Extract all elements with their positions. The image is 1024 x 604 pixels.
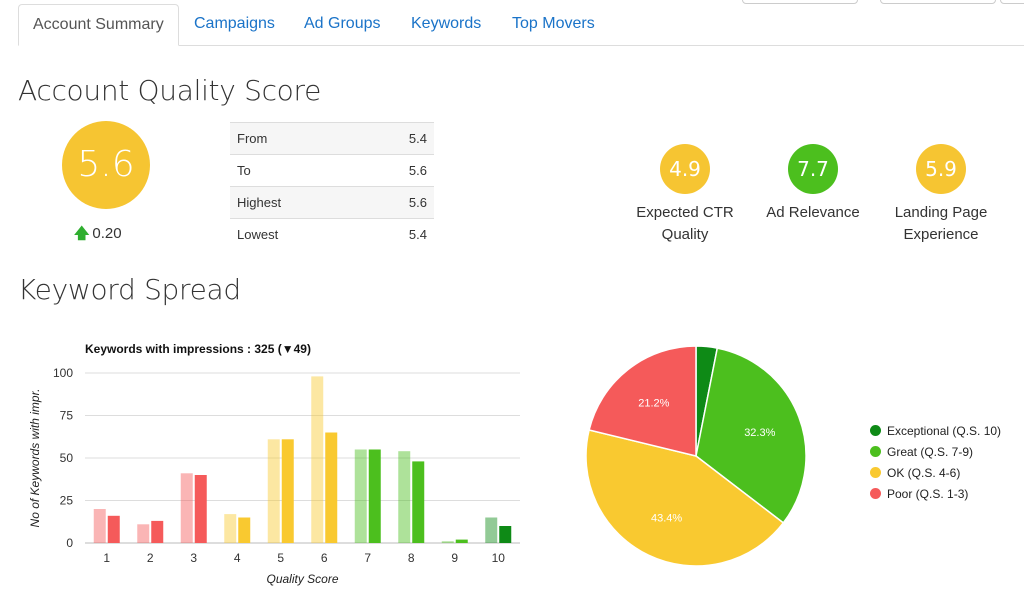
bar[interactable] [412,461,425,543]
legend-swatch [870,488,881,499]
bar[interactable] [354,449,367,544]
legend-item[interactable]: Poor (Q.S. 1-3) [870,483,1001,504]
x-tick-label: 8 [408,551,415,565]
landing-page-score: 5.9 Landing Page Experience [881,144,1001,246]
bar[interactable] [224,514,237,543]
landing-page-label-line1: Landing Page [894,204,988,221]
legend-label: Great (Q.S. 7-9) [887,444,974,459]
expected-ctr-score: 4.9 Expected CTR Quality [625,144,745,246]
slice-label: 21.2% [638,397,669,409]
table-row: From 5.4 [230,122,434,155]
y-axis-label: No of Keywords with impr. [28,389,42,528]
bar[interactable] [455,539,468,543]
bar[interactable] [368,449,381,544]
bar[interactable] [281,439,294,543]
bar[interactable] [137,524,150,543]
bar[interactable] [485,517,498,544]
legend-label: OK (Q.S. 4-6) [887,465,961,480]
arrow-up-icon: 🡅 [74,225,90,242]
x-tick-label: 5 [277,551,284,565]
row-value: 5.4 [361,218,434,250]
bar[interactable] [151,520,164,543]
y-tick-label: 100 [53,366,73,380]
y-tick-label: 0 [66,536,73,550]
x-tick-label: 10 [492,551,506,565]
bar[interactable] [325,432,338,544]
legend-item[interactable]: Exceptional (Q.S. 10) [870,420,1001,441]
table-row: Lowest 5.4 [230,218,434,250]
row-label: To [230,154,362,187]
y-tick-label: 25 [60,494,74,508]
options-control[interactable] [1000,0,1024,4]
expected-ctr-label-line1: Expected CTR [636,204,734,221]
tab-ad-groups[interactable]: Ad Groups [290,4,394,44]
bar[interactable] [194,475,207,543]
tab-keywords[interactable]: Keywords [397,4,495,44]
quality-score-table: From 5.4 To 5.6 Highest 5.6 Lowest 5.4 [230,122,434,250]
table-row: To 5.6 [230,154,434,187]
tab-campaigns[interactable]: Campaigns [180,4,289,44]
compare-range-control[interactable] [880,0,996,4]
landing-page-label-line2: Experience [903,226,979,243]
bar[interactable] [398,451,411,543]
x-tick-label: 4 [234,551,241,565]
bar[interactable] [267,439,280,543]
bar[interactable] [238,517,251,544]
table-row: Highest 5.6 [230,186,434,219]
legend-swatch [870,446,881,457]
keyword-pie-chart: 32.3% 43.4% 21.2% [585,345,807,567]
row-value: 5.4 [361,122,434,155]
date-range-control[interactable] [742,0,858,4]
x-tick-label: 9 [451,551,458,565]
chart-title: Keywords with impressions : 325 (▼49) [85,342,311,356]
legend-swatch [870,467,881,478]
tab-bar: Account Summary Campaigns Ad Groups Keyw… [18,0,1024,46]
keyword-spread-heading: Keyword Spread [18,273,241,306]
landing-page-badge: 5.9 [916,144,966,194]
x-tick-label: 2 [147,551,154,565]
legend-label: Exceptional (Q.S. 10) [887,423,1002,438]
quality-score-heading: Account Quality Score [18,74,322,107]
account-quality-score-badge: 5.6 [62,121,150,209]
x-tick-label: 7 [364,551,371,565]
quality-score-delta: 0.20 [92,225,122,242]
x-tick-label: 1 [103,551,110,565]
ad-relevance-score: 7.7 Ad Relevance [753,144,873,224]
expected-ctr-badge: 4.9 [660,144,710,194]
row-label: Lowest [230,218,362,250]
x-tick-label: 6 [321,551,328,565]
pie-legend: Exceptional (Q.S. 10) Great (Q.S. 7-9) OK … [870,420,1001,504]
legend-item[interactable]: Great (Q.S. 7-9) [870,441,1001,462]
y-tick-label: 50 [60,451,74,465]
legend-swatch [870,425,881,436]
legend-item[interactable]: OK (Q.S. 4-6) [870,462,1001,483]
x-tick-label: 3 [190,551,197,565]
tab-top-movers[interactable]: Top Movers [498,4,609,44]
bar[interactable] [441,541,454,543]
ad-relevance-label: Ad Relevance [766,204,860,221]
bar[interactable] [499,526,512,543]
bar[interactable] [180,473,193,543]
slice-label: 43.4% [651,513,682,525]
x-axis-label: Quality Score [266,572,338,586]
row-value: 5.6 [361,186,434,219]
row-label: From [230,122,362,155]
bar[interactable] [107,515,120,543]
bar[interactable] [93,509,106,543]
bar[interactable] [311,376,324,543]
ad-relevance-badge: 7.7 [788,144,838,194]
legend-label: Poor (Q.S. 1-3) [887,486,969,501]
quality-score-change: 🡅 0.20 [74,223,122,248]
keyword-bar-chart: Keywords with impressions : 325 (▼49)025… [28,342,520,586]
tab-account-summary[interactable]: Account Summary [18,4,179,46]
y-tick-label: 75 [60,409,74,423]
expected-ctr-label-line2: Quality [661,226,709,243]
slice-label: 32.3% [744,427,775,439]
row-label: Highest [230,186,362,219]
row-value: 5.6 [361,154,434,187]
